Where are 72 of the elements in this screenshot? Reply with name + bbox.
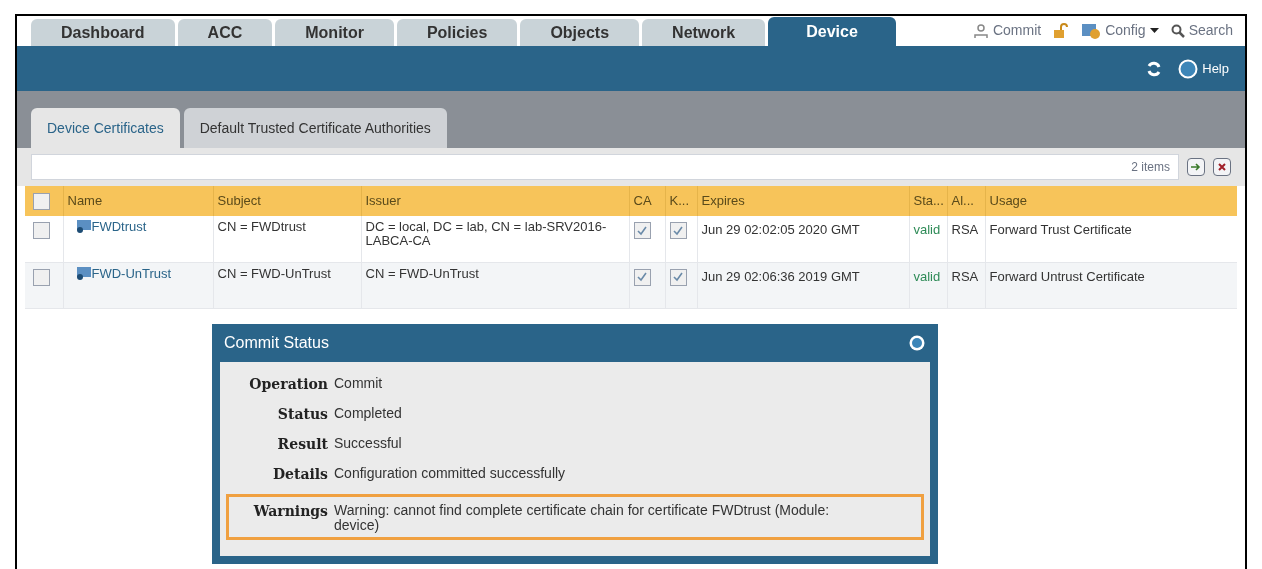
column-header[interactable]: Usage (989, 193, 1028, 209)
expires-cell: Jun 29 02:06:36 2019 GMT (701, 268, 860, 284)
row-checkbox[interactable] (33, 268, 50, 286)
config-button[interactable]: Config (1081, 20, 1159, 41)
field-label: Details (271, 464, 328, 484)
commit-button[interactable]: Commit (972, 20, 1042, 41)
select-all-checkbox[interactable] (33, 193, 50, 211)
nav-tab[interactable]: ACC (177, 19, 273, 46)
sub-tab[interactable]: Device Certificates (31, 108, 180, 148)
expires-cell: Jun 29 02:02:05 2020 GMT (701, 222, 860, 237)
certificate-icon (75, 265, 92, 280)
field-value: Commit (334, 373, 384, 393)
config-icon (1081, 21, 1102, 40)
ca-checkbox[interactable] (633, 268, 651, 286)
refresh-icon[interactable] (1146, 60, 1163, 77)
nav-tab[interactable]: Policies (396, 19, 518, 46)
help-icon (1178, 58, 1199, 79)
nav-tab[interactable]: Network (642, 19, 766, 46)
table-row[interactable]: FWD-UnTrust CN = FWD-UnTrust CN = FWD-UnTrust Jun 29 02:06:36 2019 GMT valid RSA Forward Untrust Certificate (25, 262, 1237, 308)
field-value: Completed (334, 403, 403, 423)
issuer-cell: CN = FWD-UnTrust (365, 265, 479, 281)
search-icon (1170, 23, 1185, 38)
usage-cell: Forward Trust Certificate (989, 222, 1132, 237)
certificate-icon (75, 219, 92, 233)
nav-tab[interactable]: Device (768, 17, 896, 46)
algorithm-cell: RSA (951, 268, 979, 284)
algorithm-cell: RSA (951, 222, 979, 237)
subject-cell: CN = FWDtrust (217, 219, 306, 234)
arrow-icon (1191, 163, 1201, 171)
column-header[interactable]: K... (669, 193, 689, 209)
help-icon[interactable] (908, 333, 926, 352)
key-checkbox[interactable] (669, 268, 687, 286)
status-cell: valid (913, 222, 941, 237)
field-value: Warning: cannot find complete certificate chain for certificate FWDtrust (Module: device) (334, 500, 831, 533)
status-cell: valid (913, 268, 941, 284)
column-header[interactable]: Subject (217, 193, 261, 209)
column-header[interactable]: Issuer (365, 193, 401, 209)
nav-tab[interactable]: Objects (520, 19, 640, 46)
clear-filter-button[interactable] (1213, 158, 1231, 176)
nav-tab[interactable]: Dashboard (31, 19, 175, 46)
sub-tab[interactable]: Default Trusted Certificate Authorities (183, 108, 447, 148)
search-button[interactable]: Search (1170, 20, 1233, 41)
caret-icon (1149, 27, 1159, 34)
key-checkbox[interactable] (669, 222, 687, 240)
column-header[interactable]: Expires (701, 193, 745, 209)
field-value: Successful (334, 433, 403, 453)
ca-checkbox[interactable] (633, 222, 651, 240)
field-label: Warnings (252, 501, 328, 521)
apply-filter-button[interactable] (1187, 158, 1205, 176)
field-value: Configuration committed successfully (334, 463, 567, 483)
item-count: 2 items (1131, 159, 1170, 176)
certificate-link[interactable]: FWDtrust (67, 219, 147, 234)
subject-cell: CN = FWD-UnTrust (217, 265, 331, 281)
help-button[interactable]: Help (1178, 58, 1229, 79)
filter-field[interactable]: 2 items (31, 154, 1179, 180)
row-checkbox[interactable] (33, 222, 50, 240)
close-icon (1218, 163, 1226, 171)
field-label: Operation (248, 374, 328, 394)
lock-icon[interactable] (1053, 22, 1070, 39)
field-label: Result (276, 434, 328, 454)
field-label: Status (276, 404, 328, 424)
column-header[interactable]: Sta... (913, 193, 944, 209)
certificate-link[interactable]: FWD-UnTrust (67, 265, 172, 281)
column-header[interactable]: Al... (951, 193, 974, 209)
dialog-title: Commit Status (224, 332, 329, 353)
person-icon (972, 22, 989, 39)
issuer-cell: DC = local, DC = lab, CN = lab-SRV2016-LABCA-CA (365, 219, 607, 248)
column-header[interactable]: Name (67, 193, 103, 209)
usage-cell: Forward Untrust Certificate (989, 268, 1145, 284)
column-header[interactable]: CA (633, 193, 652, 209)
table-row[interactable]: FWDtrust CN = FWDtrust DC = local, DC = lab, CN = lab-SRV2016-LABCA-CA Jun 29 02:02:05 2020 GMT valid RSA Forward Trust Certificate (25, 216, 1237, 262)
nav-tab[interactable]: Monitor (275, 19, 394, 46)
